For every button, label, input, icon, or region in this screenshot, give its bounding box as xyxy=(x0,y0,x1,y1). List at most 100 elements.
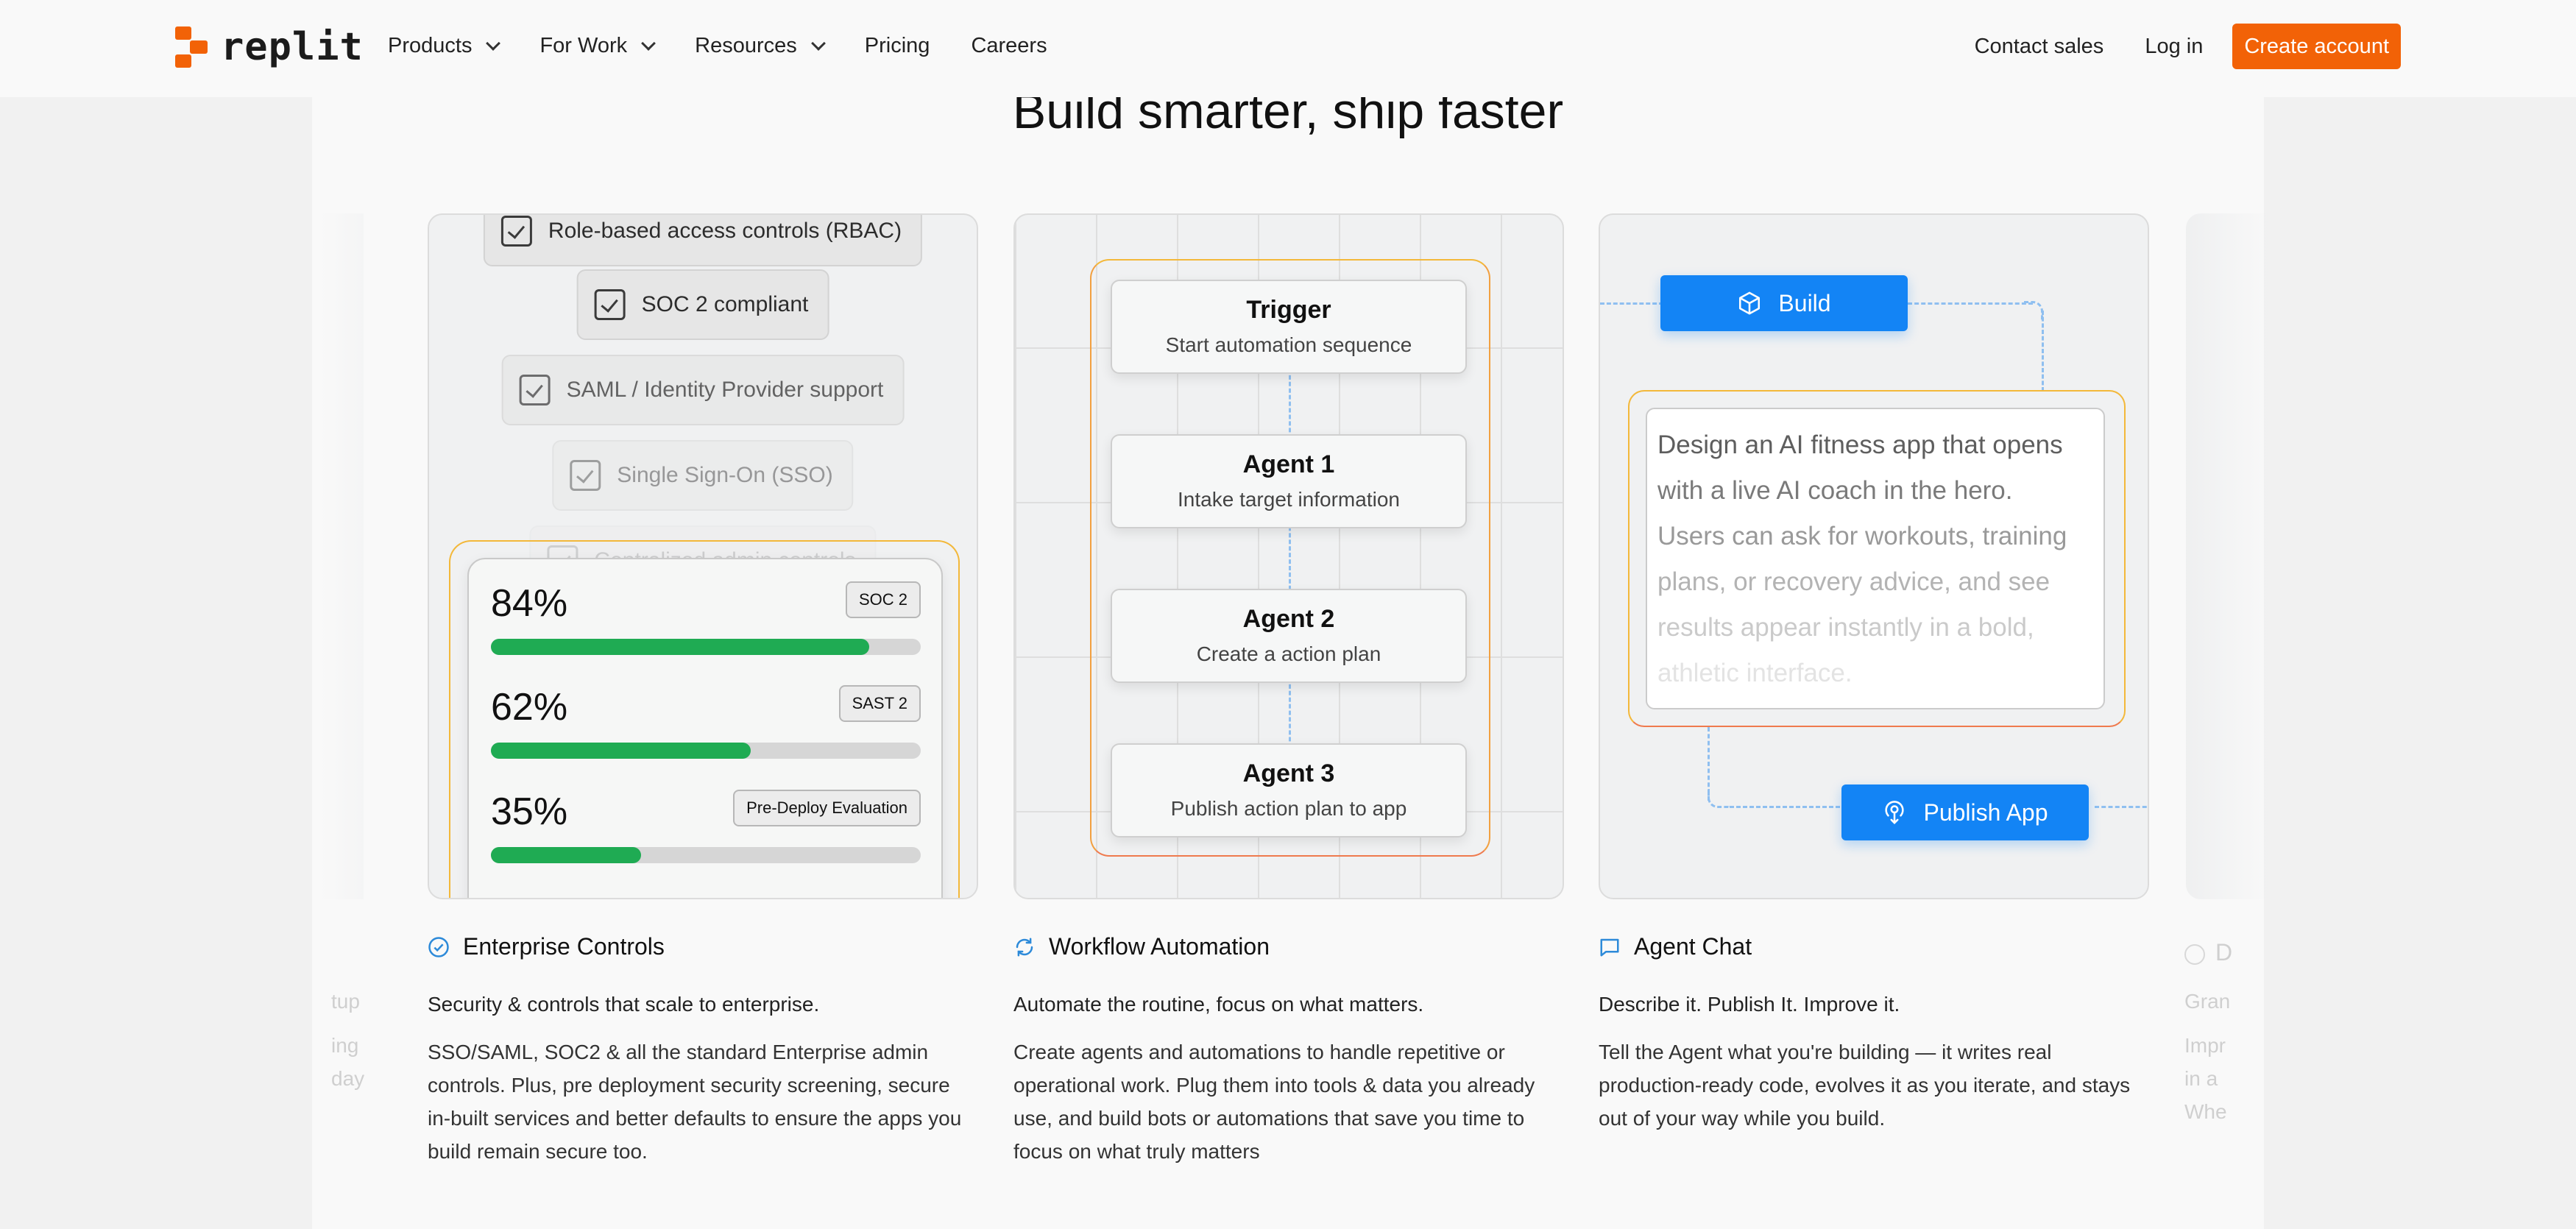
flow-node-agent-2[interactable]: Agent 2 Create a action plan xyxy=(1111,589,1467,683)
ghost-next-title-text: D xyxy=(2215,939,2233,966)
info-body: Create agents and automations to handle … xyxy=(1013,1041,1535,1163)
node-subtitle: Intake target information xyxy=(1178,488,1400,511)
agent-chat-card[interactable]: Build Design an AI fitness app that open… xyxy=(1599,213,2149,899)
feature-pill-rbac: Role-based access controls (RBAC) xyxy=(483,215,923,266)
score-panel: 84% SOC 2 62% SAST 2 35% Pre-Deploy Eval… xyxy=(467,558,943,898)
checkbox-icon xyxy=(594,289,626,320)
connector-line xyxy=(2042,311,2044,392)
prompt-line: plans, or recovery advice, and see xyxy=(1657,567,2050,596)
logo-text: replit xyxy=(221,25,364,69)
info-body: Tell the Agent what you're building — it… xyxy=(1599,1041,2131,1130)
build-button[interactable]: Build xyxy=(1660,275,1908,331)
checkbox-icon xyxy=(500,216,532,247)
cube-icon xyxy=(1739,291,1761,315)
feature-label: Single Sign-On (SSO) xyxy=(617,463,833,487)
flow-node-agent-3[interactable]: Agent 3 Publish action plan to app xyxy=(1111,743,1467,837)
feature-label: Role-based access controls (RBAC) xyxy=(548,219,902,243)
ghost-next-line: Whe xyxy=(2184,1100,2227,1123)
progress-track xyxy=(491,847,921,863)
info-title: Enterprise Controls xyxy=(463,933,665,960)
prompt-line: results appear instantly in a bold, xyxy=(1657,613,2034,642)
nav-item-label: Pricing xyxy=(864,34,930,57)
agent-chat-info: Agent Chat Describe it. Publish It. Impr… xyxy=(1599,933,2158,1135)
progress-fill xyxy=(491,847,642,863)
replit-logo-icon xyxy=(175,26,210,68)
feature-pill-saml: SAML / Identity Provider support xyxy=(501,355,905,425)
feature-label: SAML / Identity Provider support xyxy=(566,378,884,402)
refresh-icon xyxy=(1016,938,1033,956)
enterprise-controls-card[interactable]: Role-based access controls (RBAC) SOC 2 … xyxy=(428,213,978,899)
publish-icon xyxy=(1885,801,1905,824)
feature-label: SOC 2 compliant xyxy=(641,292,809,316)
info-title: Workflow Automation xyxy=(1049,933,1270,960)
log-in-link[interactable]: Log in xyxy=(2145,35,2203,59)
prompt-line: with a live AI coach in the hero. xyxy=(1657,476,2013,505)
prompt-text: Design an AI fitness app that opens with… xyxy=(1647,409,2103,708)
info-lead: Automate the routine, focus on what matt… xyxy=(1013,993,1424,1016)
progress-fill xyxy=(491,743,751,759)
build-label: Build xyxy=(1778,289,1831,316)
ghost-prev-lead: tup xyxy=(331,990,360,1013)
node-subtitle: Publish action plan to app xyxy=(1170,797,1407,820)
node-title: Agent 2 xyxy=(1242,605,1335,633)
score-row-predeploy: 35% Pre-Deploy Evaluation xyxy=(491,790,921,863)
ghost-icon xyxy=(2184,943,2205,965)
checkbox-icon xyxy=(519,375,551,405)
feature-pill-sso: Single Sign-On (SSO) xyxy=(552,440,854,511)
workflow-automation-card[interactable]: Trigger Start automation sequence Agent … xyxy=(1013,213,1564,899)
create-account-button[interactable]: Create account xyxy=(2232,24,2401,69)
info-title: Agent Chat xyxy=(1634,933,1752,960)
agent-chat-heading: Agent Chat xyxy=(1599,933,2158,960)
prompt-input[interactable]: Design an AI fitness app that opens with… xyxy=(1646,408,2105,709)
enterprise-heading: Enterprise Controls xyxy=(428,933,987,960)
nav-menu: Products For Work Resources Pricing Care… xyxy=(388,0,1089,92)
connector-line xyxy=(1600,302,1663,305)
ghost-next-line: in a xyxy=(2184,1067,2218,1090)
node-title: Agent 3 xyxy=(1242,759,1335,787)
node-subtitle: Create a action plan xyxy=(1196,642,1381,665)
node-title: Trigger xyxy=(1246,296,1331,324)
feature-pill-soc2: SOC 2 compliant xyxy=(576,269,829,340)
connector-line xyxy=(2095,806,2148,808)
enterprise-info: Enterprise Controls Security & controls … xyxy=(428,933,987,1168)
chevron-down-icon xyxy=(641,35,657,51)
ghost-next-lead: Gran xyxy=(2184,990,2231,1013)
connector-line xyxy=(1908,302,2033,305)
nav-item-for-work[interactable]: For Work xyxy=(539,34,657,58)
flow-node-trigger[interactable]: Trigger Start automation sequence xyxy=(1111,280,1467,374)
info-lead: Describe it. Publish It. Improve it. xyxy=(1599,993,1900,1016)
checkbox-icon xyxy=(570,460,601,491)
nav-item-resources[interactable]: Resources xyxy=(695,34,826,58)
prompt-line: athletic interface. xyxy=(1657,659,1853,687)
contact-sales-link[interactable]: Contact sales xyxy=(1975,35,2104,59)
connector-line xyxy=(1730,806,1840,808)
score-row-sast2: 62% SAST 2 xyxy=(491,685,921,759)
ghost-next-title: D xyxy=(2184,936,2232,969)
nav-item-label: Resources xyxy=(695,34,797,57)
prompt-line: Design an AI fitness app that opens xyxy=(1657,431,2063,459)
score-tag: SAST 2 xyxy=(838,685,921,722)
replit-logo[interactable]: replit xyxy=(175,25,364,69)
connector-corner xyxy=(2024,301,2043,320)
publish-app-button[interactable]: Publish App xyxy=(1841,784,2089,840)
nav-item-pricing[interactable]: Pricing xyxy=(865,34,930,58)
progress-track xyxy=(491,743,921,759)
chevron-down-icon xyxy=(486,35,501,51)
check-circle-icon xyxy=(428,936,449,957)
flow-node-agent-1[interactable]: Agent 1 Intake target information xyxy=(1111,434,1467,528)
score-tag: SOC 2 xyxy=(845,581,921,618)
score-tag: Pre-Deploy Evaluation xyxy=(733,790,921,826)
info-lead: Security & controls that scale to enterp… xyxy=(428,993,820,1016)
node-subtitle: Start automation sequence xyxy=(1165,333,1412,356)
top-nav: replit Products For Work Resources Prici… xyxy=(0,0,2576,97)
progress-fill xyxy=(491,639,869,655)
chat-bubble-icon xyxy=(1600,938,1619,956)
carousel-prev-card xyxy=(319,213,364,899)
nav-item-label: For Work xyxy=(539,34,628,57)
node-title: Agent 1 xyxy=(1242,450,1335,478)
carousel-next-card xyxy=(2186,213,2274,899)
nav-item-careers[interactable]: Careers xyxy=(971,34,1047,58)
flow-connector xyxy=(1289,362,1291,774)
score-row-soc2: 84% SOC 2 xyxy=(491,581,921,655)
nav-item-products[interactable]: Products xyxy=(388,34,501,58)
